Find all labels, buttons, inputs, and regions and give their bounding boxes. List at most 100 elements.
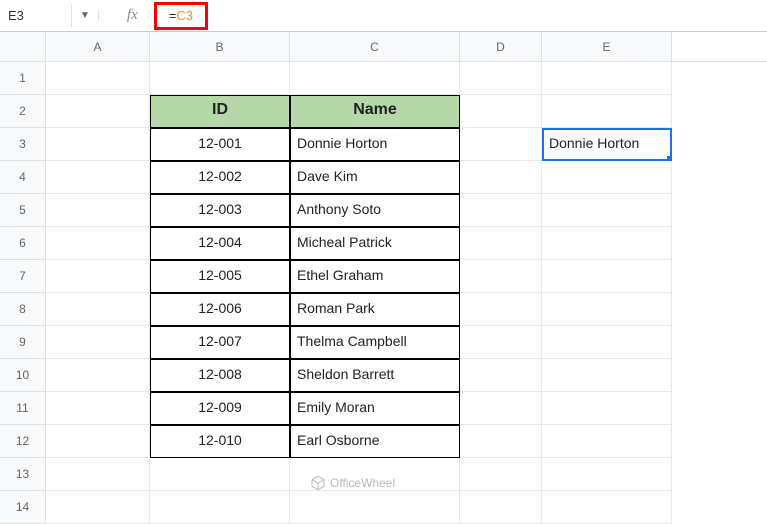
cell-C11[interactable]: Emily Moran [290, 392, 460, 425]
row-10: 10 12-008 Sheldon Barrett [0, 359, 767, 392]
cell-D3[interactable] [460, 128, 542, 161]
row-header-3[interactable]: 3 [0, 128, 46, 161]
cell-D5[interactable] [460, 194, 542, 227]
cell-C8[interactable]: Roman Park [290, 293, 460, 326]
row-header-8[interactable]: 8 [0, 293, 46, 326]
cell-E10[interactable] [542, 359, 672, 392]
select-all-corner[interactable] [0, 32, 46, 61]
cell-E4[interactable] [542, 161, 672, 194]
cell-B12[interactable]: 12-010 [150, 425, 290, 458]
row-header-4[interactable]: 4 [0, 161, 46, 194]
cell-C12[interactable]: Earl Osborne [290, 425, 460, 458]
cell-A6[interactable] [46, 227, 150, 260]
cell-A9[interactable] [46, 326, 150, 359]
row-header-2[interactable]: 2 [0, 95, 46, 128]
cell-C10[interactable]: Sheldon Barrett [290, 359, 460, 392]
cell-D1[interactable] [460, 62, 542, 95]
cell-E3-selected[interactable]: Donnie Horton [542, 128, 672, 161]
name-box[interactable]: E3 [0, 4, 72, 27]
cell-B13[interactable] [150, 458, 290, 491]
cell-B3[interactable]: 12-001 [150, 128, 290, 161]
cell-E11[interactable] [542, 392, 672, 425]
cell-C1[interactable] [290, 62, 460, 95]
cell-C6[interactable]: Micheal Patrick [290, 227, 460, 260]
cell-B9[interactable]: 12-007 [150, 326, 290, 359]
formula-input[interactable]: =C3 [154, 2, 208, 30]
cell-E12[interactable] [542, 425, 672, 458]
cell-D13[interactable] [460, 458, 542, 491]
cell-D6[interactable] [460, 227, 542, 260]
cell-A11[interactable] [46, 392, 150, 425]
row-header-13[interactable]: 13 [0, 458, 46, 491]
cell-D2[interactable] [460, 95, 542, 128]
row-header-5[interactable]: 5 [0, 194, 46, 227]
row-header-7[interactable]: 7 [0, 260, 46, 293]
cell-E14[interactable] [542, 491, 672, 524]
cell-A14[interactable] [46, 491, 150, 524]
cell-E13[interactable] [542, 458, 672, 491]
row-header-10[interactable]: 10 [0, 359, 46, 392]
row-header-9[interactable]: 9 [0, 326, 46, 359]
cell-B6[interactable]: 12-004 [150, 227, 290, 260]
cell-A13[interactable] [46, 458, 150, 491]
cell-C5[interactable]: Anthony Soto [290, 194, 460, 227]
formula-equals: = [169, 8, 177, 23]
watermark: OfficeWheel [310, 475, 395, 491]
row-11: 11 12-009 Emily Moran [0, 392, 767, 425]
cell-E2[interactable] [542, 95, 672, 128]
col-header-C[interactable]: C [290, 32, 460, 61]
cell-C2-header-name[interactable]: Name [290, 95, 460, 128]
col-header-E[interactable]: E [542, 32, 672, 61]
cell-A5[interactable] [46, 194, 150, 227]
cell-A2[interactable] [46, 95, 150, 128]
col-header-D[interactable]: D [460, 32, 542, 61]
cell-B5[interactable]: 12-003 [150, 194, 290, 227]
cell-D12[interactable] [460, 425, 542, 458]
cell-B8[interactable]: 12-006 [150, 293, 290, 326]
cell-D8[interactable] [460, 293, 542, 326]
cell-D7[interactable] [460, 260, 542, 293]
col-header-B[interactable]: B [150, 32, 290, 61]
cell-D14[interactable] [460, 491, 542, 524]
cell-E9[interactable] [542, 326, 672, 359]
cell-E1[interactable] [542, 62, 672, 95]
cell-E5[interactable] [542, 194, 672, 227]
row-header-14[interactable]: 14 [0, 491, 46, 524]
cell-E7[interactable] [542, 260, 672, 293]
col-header-A[interactable]: A [46, 32, 150, 61]
cell-A12[interactable] [46, 425, 150, 458]
cell-A7[interactable] [46, 260, 150, 293]
cell-C7[interactable]: Ethel Graham [290, 260, 460, 293]
cell-D11[interactable] [460, 392, 542, 425]
row-12: 12 12-010 Earl Osborne [0, 425, 767, 458]
cell-D4[interactable] [460, 161, 542, 194]
cell-B7[interactable]: 12-005 [150, 260, 290, 293]
cell-C9[interactable]: Thelma Campbell [290, 326, 460, 359]
row-header-11[interactable]: 11 [0, 392, 46, 425]
formula-reference: C3 [176, 8, 193, 23]
row-2: 2 ID Name [0, 95, 767, 128]
fx-label: fx [99, 7, 154, 24]
cell-B1[interactable] [150, 62, 290, 95]
cell-D9[interactable] [460, 326, 542, 359]
name-box-dropdown-icon[interactable]: ▼ [72, 10, 99, 21]
cell-D10[interactable] [460, 359, 542, 392]
cell-B14[interactable] [150, 491, 290, 524]
cell-A1[interactable] [46, 62, 150, 95]
cell-E6[interactable] [542, 227, 672, 260]
cell-C14[interactable] [290, 491, 460, 524]
cell-C3[interactable]: Donnie Horton [290, 128, 460, 161]
row-header-12[interactable]: 12 [0, 425, 46, 458]
cell-A10[interactable] [46, 359, 150, 392]
cell-A4[interactable] [46, 161, 150, 194]
cell-B2-header-id[interactable]: ID [150, 95, 290, 128]
cell-B4[interactable]: 12-002 [150, 161, 290, 194]
cell-E8[interactable] [542, 293, 672, 326]
row-header-6[interactable]: 6 [0, 227, 46, 260]
cell-A3[interactable] [46, 128, 150, 161]
cell-A8[interactable] [46, 293, 150, 326]
row-header-1[interactable]: 1 [0, 62, 46, 95]
cell-C4[interactable]: Dave Kim [290, 161, 460, 194]
cell-B11[interactable]: 12-009 [150, 392, 290, 425]
cell-B10[interactable]: 12-008 [150, 359, 290, 392]
